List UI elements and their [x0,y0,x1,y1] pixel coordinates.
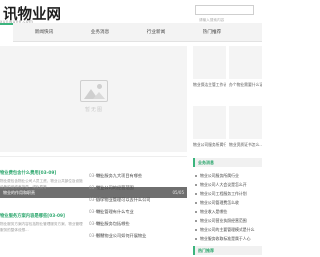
featured-title[interactable]: 物业费包含什么费用[03-09] [0,170,85,176]
sidebar-item-label[interactable]: 物业公司人大会议是怎么开 [200,182,247,187]
banner-slider[interactable]: 暂无图 物业的作用和职责 05/05 [0,46,187,198]
sidebar-heading-business: 业务消息 [193,158,262,167]
featured-article[interactable]: 物业服务方案内容是哪些[03-09] 物业服务方案内容包括物业管理服务方案、物业… [0,213,85,233]
hot-card[interactable]: 物业资质证书怎么... [229,106,262,148]
featured-article[interactable]: 物业费包含什么费用[03-09] 物业费包含物业公司人员工资、物业公共部位及设施… [0,170,85,190]
sidebar-item-label[interactable]: 物业公司工程服务工作计划 [200,191,247,196]
hot-card[interactable]: 物业保洁主管工作计... [193,46,226,88]
site-logo[interactable]: 讯物业网 xunwuye.com [0,3,60,25]
sidebar-item-label[interactable]: 物业公司的主要管理模式是什么 [200,227,254,232]
placeholder-text: 暂无图 [84,107,103,113]
main-nav: 新闻快讯 业务消息 行业新闻 热门推荐 [0,23,262,42]
list-item-title[interactable]: 智慧物业公司如何开展物业 [96,233,146,239]
hot-card-image [193,106,226,139]
sidebar-item-label[interactable]: 物业公司营业执照经营范围 [200,218,247,223]
hot-card-caption[interactable]: 办个物业需要什么证... [229,82,262,88]
sidebar-item-label[interactable]: 物业服务收取标准是属于人心 [200,236,251,241]
hot-card-image [229,46,262,79]
nav-item-news[interactable]: 新闻快讯 [24,23,64,42]
hot-card-caption[interactable]: 物业公司服务所属行... [193,142,226,148]
list-item[interactable]: 03-09 物业公司的经营范围 [89,185,184,193]
nav-item-industry[interactable]: 行业新闻 [136,23,176,42]
list-item-title[interactable]: 物业服务包括哪些 [96,221,130,227]
nav-item-business[interactable]: 业务消息 [80,23,120,42]
hot-card[interactable]: 物业公司服务所属行... [193,106,226,148]
sidebar-item[interactable]: 物业公司人大会议是怎么开 [195,182,262,188]
featured-desc: 物业服务方案内容包括物业管理服务方案、物业管理服务的整体设想... [0,222,83,232]
nav-home[interactable] [0,23,13,42]
sidebar-item[interactable]: 物业公司管理费怎么收 [195,200,262,206]
hot-card[interactable]: 办个物业需要什么证... [229,46,262,88]
bullet-icon [195,229,197,231]
bullet-icon [195,184,197,186]
list-item[interactable]: 03-09 自学物业管理可以去什么公司 [89,197,184,205]
image-placeholder-icon [80,80,108,102]
bullet-icon [195,202,197,204]
sidebar-item-label[interactable]: 物业公司管理费怎么收 [200,200,239,205]
nav-item-hot[interactable]: 热门推荐 [192,23,232,42]
sidebar-item[interactable]: 物业服务收取标准是属于人心 [195,236,262,242]
list-item-title[interactable]: 物业服务九大项目有哪些 [96,173,142,179]
sidebar-item[interactable]: 物业公司工程服务工作计划 [195,191,262,197]
bullet-icon [195,211,197,213]
featured-desc: 物业费包含物业公司人员工资、物业公共部位及设施设备的维修养护费、绿化费等... [0,179,83,189]
hot-card-caption[interactable]: 物业保洁主管工作计... [193,82,226,88]
sidebar-item[interactable]: 物业公司服务所属行业 [195,173,262,179]
sidebar-item[interactable]: 物业公司的主要管理模式是什么 [195,227,262,233]
sidebar-item[interactable]: 物业公司营业执照经营范围 [195,218,262,224]
list-item[interactable]: 03-09 物业管理有什么专业 [89,209,184,217]
hot-card-caption[interactable]: 物业资质证书怎么... [229,142,262,148]
hot-card-image [229,106,262,139]
featured-title[interactable]: 物业服务方案内容是哪些[03-09] [0,213,85,219]
sidebar-item[interactable]: 物业收入是哪些 [195,209,262,215]
search-box[interactable] [195,5,254,24]
list-item[interactable]: 03-09 物业服务九大项目有哪些 [89,173,184,181]
sidebar-heading-label: 热门推荐 [198,248,214,253]
bullet-icon [195,175,197,177]
sidebar-item-label[interactable]: 物业收入是哪些 [200,209,227,214]
bullet-icon [195,238,197,240]
bullet-icon [195,220,197,222]
bullet-icon [195,193,197,195]
sidebar-heading-label: 业务消息 [198,160,214,165]
list-item-title[interactable]: 自学物业管理可以去什么公司 [96,197,150,203]
list-item[interactable]: 03-09 智慧物业公司如何开展物业 [89,233,184,241]
list-item-title[interactable]: 物业公司的经营范围 [96,185,134,191]
section-divider [0,156,187,157]
hot-card-image [193,46,226,79]
sidebar-item-label[interactable]: 物业公司服务所属行业 [200,173,239,178]
sidebar-heading-hot: 热门推荐 [193,246,262,255]
list-item-title[interactable]: 物业管理有什么专业 [96,209,134,215]
list-item[interactable]: 03-09 物业服务包括哪些 [89,221,184,229]
